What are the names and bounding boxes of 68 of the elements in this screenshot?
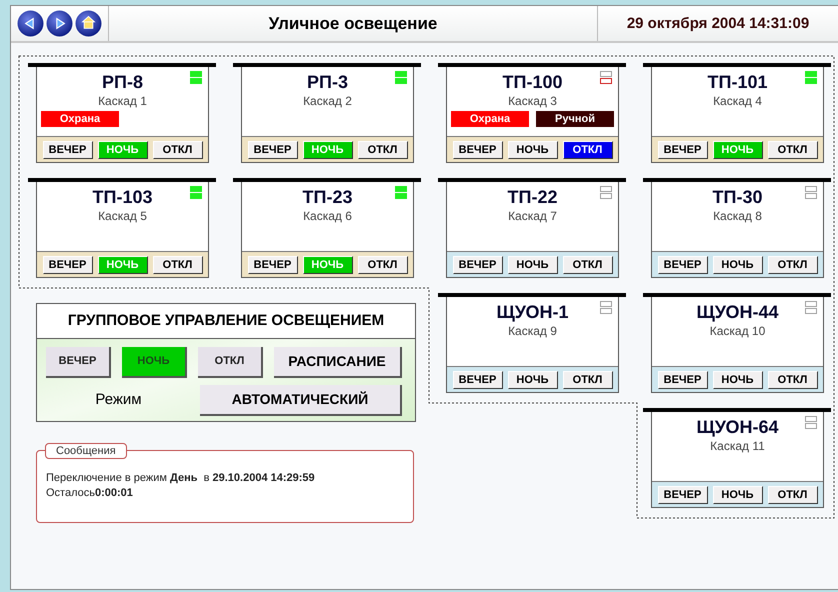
schedule-button[interactable]: РАСПИСАНИЕ bbox=[274, 347, 402, 378]
cabinet-name: ТП-22 bbox=[506, 186, 558, 208]
cabinet-name: ТП-100 bbox=[502, 71, 564, 93]
message-line: Переключение в режим День в 29.10.2004 14:29:59 bbox=[46, 470, 316, 486]
cabinet-name: РП-8 bbox=[101, 71, 144, 93]
cascade-label: Каскад 11 bbox=[709, 438, 766, 454]
cabinet-name: ТП-30 bbox=[712, 186, 764, 208]
mode-button[interactable]: ВЕЧЕР bbox=[658, 370, 708, 388]
cabinet-name: ЩУОН-44 bbox=[695, 301, 780, 323]
cascade-label: Каскад 2 bbox=[302, 93, 353, 109]
mode-button[interactable]: ВЕЧЕР bbox=[42, 256, 92, 274]
mode-button[interactable]: ОТКЛ bbox=[562, 370, 612, 388]
cascade-label: Каскад 9 bbox=[507, 323, 558, 339]
mode-button[interactable]: НОЧЬ bbox=[712, 486, 762, 504]
date-time: 29 октября 2004 14:31:09 bbox=[597, 6, 838, 41]
mode-button[interactable]: ОТКЛ bbox=[768, 370, 818, 388]
mode-button[interactable]: ОТКЛ bbox=[768, 256, 818, 274]
mode-button[interactable]: НОЧЬ bbox=[508, 256, 558, 274]
mode-button[interactable]: ВЕЧЕР bbox=[248, 140, 298, 158]
mode-button[interactable]: ВЕЧЕР bbox=[658, 486, 708, 504]
mode-button[interactable]: ОТКЛ bbox=[358, 256, 408, 274]
forward-arrow-icon[interactable] bbox=[46, 10, 73, 37]
group-mode-button[interactable]: ОТКЛ bbox=[198, 347, 263, 378]
mode-button[interactable]: ВЕЧЕР bbox=[42, 140, 92, 158]
mode-button[interactable]: ВЕЧЕР bbox=[452, 370, 502, 388]
panel-title: ГРУППОВОЕ УПРАВЛЕНИЕ ОСВЕЩЕНИЕМ bbox=[37, 304, 415, 339]
status-tag: Охрана bbox=[41, 111, 119, 127]
cabinet-name: РП-3 bbox=[306, 71, 349, 93]
cascade-label: Каскад 7 bbox=[507, 208, 558, 224]
mode-button[interactable]: ОТКЛ bbox=[562, 256, 612, 274]
mode-button[interactable]: НОЧЬ bbox=[508, 140, 558, 158]
mode-button[interactable]: ВЕЧЕР bbox=[658, 140, 708, 158]
cascade-label: Каскад 5 bbox=[97, 208, 148, 224]
cascade-label: Каскад 4 bbox=[712, 93, 763, 109]
mode-button[interactable]: ОТКЛ bbox=[768, 486, 818, 504]
mode-button[interactable]: ОТКЛ bbox=[768, 140, 818, 158]
cascade-label: Каскад 8 bbox=[712, 208, 763, 224]
cabinet-name: ТП-23 bbox=[302, 186, 354, 208]
group-mode-button[interactable]: ВЕЧЕР bbox=[46, 347, 111, 378]
mode-button[interactable]: ВЕЧЕР bbox=[452, 256, 502, 274]
mode-button[interactable]: ОТКЛ bbox=[152, 140, 202, 158]
mode-button[interactable]: НОЧЬ bbox=[712, 370, 762, 388]
mode-button[interactable]: ОТКЛ bbox=[358, 140, 408, 158]
mode-button[interactable]: ОТКЛ bbox=[152, 256, 202, 274]
cascade-label: Каскад 3 bbox=[507, 93, 558, 109]
status-tag: Охрана bbox=[451, 111, 529, 127]
status-tag: Ручной bbox=[536, 111, 614, 127]
group-mode-button[interactable]: НОЧЬ bbox=[122, 347, 187, 378]
cascade-label: Каскад 10 bbox=[708, 323, 766, 339]
back-arrow-icon[interactable] bbox=[17, 10, 44, 37]
cabinet-name: ТП-103 bbox=[92, 186, 154, 208]
mode-button[interactable]: НОЧЬ bbox=[712, 256, 762, 274]
mode-button[interactable]: ВЕЧЕР bbox=[452, 140, 502, 158]
automatic-mode-button[interactable]: АВТОМАТИЧЕСКИЙ bbox=[200, 385, 402, 416]
cabinet-name: ЩУОН-64 bbox=[695, 416, 780, 438]
mode-label: Режим bbox=[94, 390, 143, 410]
messages-legend: Сообщения bbox=[45, 442, 127, 459]
cascade-label: Каскад 1 bbox=[97, 93, 148, 109]
cabinet-name: ТП-101 bbox=[706, 71, 768, 93]
cascade-label: Каскад 6 bbox=[302, 208, 353, 224]
mode-button[interactable]: ВЕЧЕР bbox=[248, 256, 298, 274]
window-title: Уличное освещение bbox=[268, 13, 438, 35]
cabinet-name: ЩУОН-1 bbox=[495, 301, 570, 323]
mode-button[interactable]: НОЧЬ bbox=[508, 370, 558, 388]
message-line: Осталось0:00:01 bbox=[46, 486, 134, 501]
home-icon[interactable] bbox=[75, 10, 102, 37]
mode-button[interactable]: ОТКЛ bbox=[562, 140, 612, 158]
mode-button[interactable]: ВЕЧЕР bbox=[658, 256, 708, 274]
